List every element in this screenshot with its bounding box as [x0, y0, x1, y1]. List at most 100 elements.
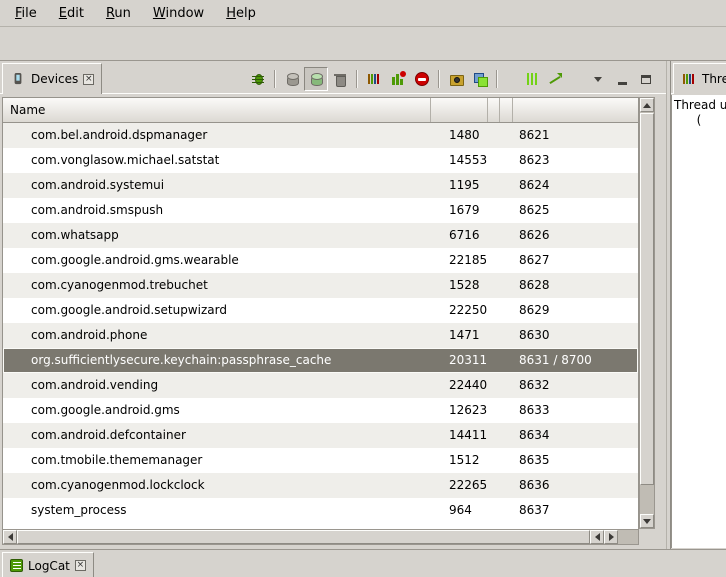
minimize-button[interactable] [610, 67, 634, 91]
table-row[interactable]: com.bel.android.dspmanager 1480 8621 [3, 123, 638, 148]
menu-window[interactable]: Window [142, 0, 215, 26]
menu-edit[interactable]: Edit [48, 0, 95, 26]
vertical-scroll-thumb[interactable] [640, 113, 654, 485]
column-header-blank2[interactable] [500, 98, 513, 122]
tab-devices-label: Devices [31, 72, 78, 86]
column-header-name[interactable]: Name [3, 98, 431, 122]
threads-content: Thread up ( [671, 95, 726, 548]
process-pid: 22185 [449, 248, 487, 273]
screen-capture-icon [448, 71, 464, 87]
menu-window-label: Window [153, 6, 204, 21]
debug-process-icon [250, 71, 266, 87]
process-name: com.cyanogenmod.lockclock [31, 473, 205, 498]
process-pid: 14553 [449, 148, 487, 173]
table-row[interactable]: com.whatsapp 6716 8626 [3, 223, 638, 248]
update-threads-icon [366, 71, 382, 87]
process-name: system_process [31, 498, 127, 523]
menu-help[interactable]: Help [215, 0, 267, 26]
process-name: com.android.vending [31, 373, 158, 398]
dump-hprof-button[interactable] [304, 67, 328, 91]
threads-message-line2: ( [672, 113, 726, 127]
toolbar-separator [274, 70, 276, 88]
process-name: com.vonglasow.michael.satstat [31, 148, 219, 173]
table-row[interactable]: com.vonglasow.michael.satstat 14553 8623 [3, 148, 638, 173]
cause-gc-button[interactable] [328, 67, 352, 91]
minimize-icon [618, 82, 627, 85]
start-method-profiling-icon [390, 71, 406, 87]
table-row[interactable]: com.google.android.gms 12623 8633 [3, 398, 638, 423]
device-table-header: Name [2, 97, 639, 123]
scroll-right-button[interactable] [604, 530, 618, 544]
update-heap-button[interactable] [280, 67, 304, 91]
maximize-button[interactable] [634, 67, 658, 91]
process-port: 8625 [519, 198, 550, 223]
table-row[interactable]: com.tmobile.thememanager 1512 8635 [3, 448, 638, 473]
column-header-pid[interactable] [431, 98, 488, 122]
scroll-left-button-end[interactable] [590, 530, 604, 544]
scroll-left-button[interactable] [3, 530, 17, 544]
process-port: 8629 [519, 298, 550, 323]
ddms-window: File Edit Run Window Help Devices × [0, 0, 726, 577]
stop-process-button[interactable] [410, 67, 434, 91]
process-name: com.whatsapp [31, 223, 119, 248]
table-row[interactable]: com.android.smspush 1679 8625 [3, 198, 638, 223]
stop-process-icon [414, 71, 430, 87]
table-row[interactable]: system_process 964 8637 [3, 498, 638, 523]
table-row[interactable]: com.android.vending 22440 8632 [3, 373, 638, 398]
table-row[interactable]: org.sufficientlysecure.keychain:passphra… [3, 348, 638, 373]
main-toolbar [0, 27, 726, 60]
scroll-down-button[interactable] [640, 514, 654, 528]
close-icon[interactable]: × [75, 560, 86, 571]
tab-threads[interactable]: Threa [673, 63, 726, 94]
tab-logcat[interactable]: LogCat × [2, 552, 94, 577]
table-row[interactable]: com.google.android.setupwizard 22250 862… [3, 298, 638, 323]
column-header-blank1[interactable] [488, 98, 500, 122]
table-row[interactable]: com.google.android.gms.wearable 22185 86… [3, 248, 638, 273]
process-pid: 22250 [449, 298, 487, 323]
arrow-down-icon [643, 519, 651, 524]
view-hierarchy-button[interactable] [468, 67, 492, 91]
process-name: com.bel.android.dspmanager [31, 123, 207, 148]
process-port: 8628 [519, 273, 550, 298]
table-row[interactable]: com.cyanogenmod.lockclock 22265 8636 [3, 473, 638, 498]
process-port: 8637 [519, 498, 550, 523]
start-method-profiling-button[interactable] [386, 67, 410, 91]
menu-file-label: File [15, 6, 37, 21]
profile-chart-button[interactable] [544, 67, 568, 91]
arrow-left-icon [8, 533, 13, 541]
table-row[interactable]: com.android.systemui 1195 8624 [3, 173, 638, 198]
table-row[interactable]: com.android.defcontainer 14411 8634 [3, 423, 638, 448]
column-header-port[interactable] [513, 98, 638, 122]
screen-capture-button[interactable] [444, 67, 468, 91]
process-pid: 1195 [449, 173, 480, 198]
toolbar-separator [438, 70, 440, 88]
process-port: 8636 [519, 473, 550, 498]
menu-run-label: Run [106, 6, 131, 21]
process-pid: 1480 [449, 123, 480, 148]
vertical-scrollbar[interactable] [639, 97, 655, 529]
process-pid: 1528 [449, 273, 480, 298]
view-menu-button[interactable] [586, 67, 610, 91]
menu-file[interactable]: File [4, 0, 48, 26]
menu-run[interactable]: Run [95, 0, 142, 26]
process-port: 8621 [519, 123, 550, 148]
close-icon[interactable]: × [83, 74, 94, 85]
table-row[interactable]: com.cyanogenmod.trebuchet 1528 8628 [3, 273, 638, 298]
horizontal-scrollbar[interactable] [2, 529, 639, 545]
process-name: com.google.android.setupwizard [31, 298, 227, 323]
table-row[interactable]: com.android.phone 1471 8630 [3, 323, 638, 348]
process-pid: 22440 [449, 373, 487, 398]
thread-updates-button[interactable] [520, 67, 544, 91]
debug-process-button[interactable] [246, 67, 270, 91]
process-port: 8631 / 8700 [519, 348, 592, 373]
threads-panel-header: Threa [671, 63, 726, 94]
tab-threads-label: Threa [702, 72, 726, 86]
scroll-up-button[interactable] [640, 98, 654, 112]
update-threads-button[interactable] [362, 67, 386, 91]
update-heap-icon [284, 71, 300, 87]
view-menu-icon [594, 77, 602, 82]
horizontal-scroll-thumb[interactable] [17, 530, 590, 544]
process-pid: 1471 [449, 323, 480, 348]
tab-devices[interactable]: Devices × [2, 63, 102, 94]
process-name: com.android.defcontainer [31, 423, 186, 448]
